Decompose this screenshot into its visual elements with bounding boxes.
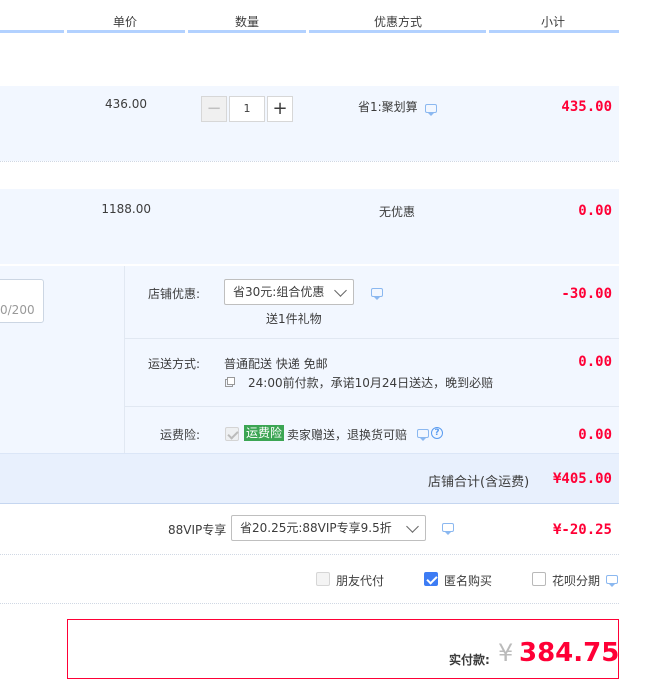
payment-label: 实付款: — [449, 653, 490, 667]
table-header: 单价 数量 优惠方式 小计 — [0, 0, 619, 33]
row-divider — [0, 161, 619, 162]
cart-item-row — [0, 189, 619, 264]
header-divider — [309, 30, 486, 33]
item-subtotal: 435.00 — [561, 99, 612, 115]
quantity-input[interactable]: 1 — [229, 96, 265, 122]
friend-pay-label: 朋友代付 — [336, 574, 385, 588]
insurance-amount: 0.00 — [578, 427, 612, 443]
insurance-label: 运费险: — [160, 428, 201, 442]
item-unit-price: 436.00 — [105, 97, 147, 111]
item-promo: 无优惠 — [379, 205, 416, 219]
shipping-promise: 24:00前付款，承诺10月24日送达，晚到必赔 — [248, 376, 494, 390]
section-divider — [124, 406, 619, 407]
row-divider — [0, 603, 619, 604]
chat-icon[interactable] — [606, 575, 618, 587]
quantity-increase-button[interactable]: + — [267, 96, 293, 122]
clock-icon — [225, 377, 235, 387]
huabei-label: 花呗分期 — [552, 574, 601, 588]
anonymous-label: 匿名购买 — [444, 574, 493, 588]
vip-discount-value: 省20.25元:88VIP专享9.5折 — [240, 521, 392, 535]
insurance-checkbox[interactable] — [225, 427, 239, 441]
chevron-down-icon — [406, 520, 419, 533]
header-divider — [67, 30, 185, 33]
shop-total-label: 店铺合计(含运费) — [428, 475, 530, 490]
anonymous-checkbox[interactable] — [424, 572, 438, 586]
gift-text: 送1件礼物 — [266, 312, 322, 326]
chat-icon[interactable] — [442, 523, 454, 535]
shop-discount-value: 省30元:组合优惠 — [233, 285, 325, 299]
currency-symbol: ¥ — [498, 639, 514, 667]
friend-pay-checkbox[interactable] — [316, 572, 330, 586]
shipping-amount: 0.00 — [578, 354, 612, 370]
section-divider — [124, 338, 619, 339]
payment-amount: 384.75 — [519, 638, 620, 668]
help-icon[interactable]: ? — [431, 427, 443, 439]
chat-icon[interactable] — [371, 288, 383, 300]
vip-discount-amount: ¥-20.25 — [552, 522, 612, 538]
header-subtotal: 小计 — [541, 15, 566, 29]
header-divider — [489, 30, 619, 33]
shop-total-value: ¥405.00 — [552, 471, 612, 487]
item-subtotal: 0.00 — [578, 203, 612, 219]
note-char-counter: 0/200 — [0, 303, 35, 317]
row-divider — [0, 554, 619, 555]
shop-discount-select[interactable]: 省30元:组合优惠 — [224, 279, 354, 305]
shipping-method: 普通配送 快递 免邮 — [224, 357, 328, 371]
header-divider — [188, 30, 306, 33]
vip-discount-select[interactable]: 省20.25元:88VIP专享9.5折 — [231, 515, 426, 541]
header-discount: 优惠方式 — [374, 15, 423, 29]
quantity-decrease-button[interactable]: − — [201, 96, 227, 122]
shipping-label: 运送方式: — [148, 357, 201, 371]
vip-label: 88VIP专享 — [168, 523, 227, 537]
shop-discount-amount: -30.00 — [561, 286, 612, 302]
header-unit-price: 单价 — [113, 15, 138, 29]
item-unit-price: 1188.00 — [101, 202, 151, 216]
chevron-down-icon — [334, 284, 347, 297]
chat-icon[interactable] — [417, 429, 429, 441]
item-promo: 省1:聚划算 — [358, 100, 418, 114]
header-divider — [0, 30, 64, 33]
shop-discount-label: 店铺优惠: — [148, 287, 201, 301]
insurance-badge: 运费险 — [244, 425, 285, 441]
chat-icon[interactable] — [425, 104, 437, 116]
insurance-text: 卖家赠送，退换货可赔 — [287, 428, 408, 442]
huabei-checkbox[interactable] — [532, 572, 546, 586]
header-quantity: 数量 — [235, 15, 260, 29]
